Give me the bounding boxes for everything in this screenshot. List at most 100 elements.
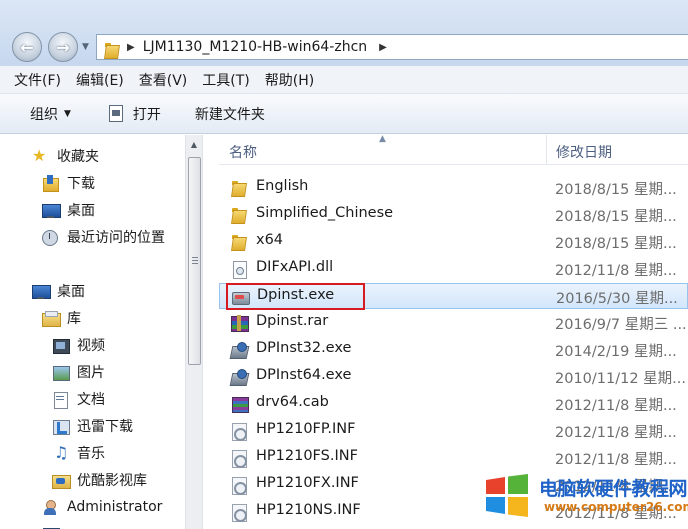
- file-row[interactable]: DPInst64.exe 2010/11/12 星期...: [219, 364, 688, 390]
- nav-label: 音乐: [77, 446, 105, 462]
- open-file-icon: [108, 105, 123, 122]
- arrow-right-icon: →: [56, 37, 70, 57]
- file-name: drv64.cab: [256, 394, 329, 410]
- installer-icon: [230, 341, 248, 359]
- video-library-icon: [52, 337, 70, 354]
- nav-label: 下载: [67, 176, 95, 192]
- column-divider[interactable]: [546, 135, 547, 165]
- nav-label: 库: [67, 311, 81, 327]
- inf-icon: [230, 422, 248, 441]
- file-date: 2018/8/15 星期...: [555, 209, 677, 225]
- folder-icon: [103, 41, 119, 53]
- file-date: 2018/8/15 星期...: [555, 182, 677, 198]
- menu-view[interactable]: 查看(V): [139, 70, 188, 90]
- menu-bar: 文件(F) 编辑(E) 查看(V) 工具(T) 帮助(H): [0, 66, 688, 94]
- file-date: 2012/11/8 星期...: [555, 263, 677, 279]
- nav-label: 图片: [77, 365, 105, 381]
- folder-icon: [230, 179, 248, 197]
- file-name: HP1210FX.INF: [256, 475, 359, 491]
- open-button[interactable]: 打开: [108, 104, 161, 124]
- youku-library-icon: [52, 472, 71, 489]
- nav-pictures[interactable]: 图片: [52, 361, 105, 383]
- file-date: 2012/11/8 星期...: [555, 398, 677, 414]
- inf-icon: [230, 503, 248, 522]
- address-box[interactable]: ▶ LJM1130_M1210-HB-win64-zhcn ▶: [96, 34, 688, 60]
- menu-tools[interactable]: 工具(T): [202, 70, 249, 90]
- nav-youku[interactable]: 优酷影视库: [52, 469, 147, 491]
- rar-icon: [230, 314, 249, 332]
- file-row[interactable]: HP1210FS.INF 2012/11/8 星期...: [219, 445, 688, 471]
- forward-button[interactable]: →: [48, 32, 78, 62]
- watermark-url: www.computer26.com: [544, 500, 688, 514]
- nav-music[interactable]: 音乐: [52, 442, 105, 464]
- menu-edit[interactable]: 编辑(E): [76, 70, 124, 90]
- menu-help[interactable]: 帮助(H): [265, 70, 314, 90]
- sort-ascending-icon: ▲: [379, 134, 386, 144]
- menu-file[interactable]: 文件(F): [14, 70, 61, 90]
- open-label: 打开: [132, 106, 161, 123]
- file-row[interactable]: x64 2018/8/15 星期...: [219, 229, 688, 255]
- thumb-grip: [192, 257, 198, 258]
- file-row[interactable]: DPInst32.exe 2014/2/19 星期...: [219, 337, 688, 363]
- nav-recent-places[interactable]: 最近访问的位置: [42, 226, 165, 248]
- annotation-highlight-box: [226, 283, 365, 310]
- nav-documents[interactable]: 文档: [52, 388, 105, 410]
- file-name: x64: [256, 232, 284, 248]
- new-folder-button[interactable]: 新建文件夹: [195, 104, 265, 124]
- nav-label: Administrator: [67, 499, 163, 515]
- nav-administrator[interactable]: Administrator: [42, 496, 162, 518]
- nav-computer-partial[interactable]: [42, 523, 67, 529]
- nav-libraries[interactable]: 库: [42, 307, 81, 329]
- nav-thunder-downloads[interactable]: 迅雷下载: [52, 415, 133, 437]
- nav-favorites[interactable]: ★ 收藏夹: [32, 145, 99, 167]
- file-date: 2016/5/30 星期...: [556, 291, 678, 307]
- file-name: HP1210NS.INF: [256, 502, 361, 518]
- music-library-icon: [52, 443, 69, 462]
- file-row[interactable]: English 2018/8/15 星期...: [219, 175, 688, 201]
- file-row[interactable]: DIFxAPI.dll 2012/11/8 星期...: [219, 256, 688, 282]
- nav-label: 视频: [77, 338, 105, 354]
- new-folder-label: 新建文件夹: [194, 106, 265, 123]
- cab-icon: [230, 395, 249, 413]
- pane-splitter[interactable]: [203, 135, 219, 529]
- address-path[interactable]: LJM1130_M1210-HB-win64-zhcn: [143, 39, 367, 55]
- nav-videos[interactable]: 视频: [52, 334, 105, 356]
- windows-logo-icon: [486, 474, 528, 517]
- file-name: DPInst64.exe: [256, 367, 352, 383]
- file-date: 2012/11/8 星期...: [555, 452, 677, 468]
- pictures-library-icon: [52, 364, 70, 381]
- address-bar-row: ← → ▼ ▶ LJM1130_M1210-HB-win64-zhcn ▶: [0, 0, 688, 66]
- organize-button[interactable]: 组织 ▼: [30, 104, 71, 124]
- column-name[interactable]: 名称: [229, 142, 257, 162]
- recent-pages-dropdown-icon[interactable]: ▼: [82, 42, 89, 52]
- documents-library-icon: [52, 391, 69, 409]
- user-folder-icon: [42, 499, 59, 515]
- scroll-thumb[interactable]: [188, 157, 201, 365]
- file-name: Dpinst.rar: [256, 313, 329, 329]
- nav-desktop-root[interactable]: 桌面: [32, 280, 85, 302]
- folder-icon: [230, 206, 248, 224]
- nav-desktop[interactable]: 桌面: [42, 199, 95, 221]
- breadcrumb-separator-icon[interactable]: ▶: [379, 42, 387, 53]
- desktop-icon: [32, 283, 51, 299]
- nav-downloads[interactable]: 下载: [42, 172, 95, 194]
- thumb-grip: [192, 263, 198, 264]
- scroll-up-icon[interactable]: ▲: [188, 139, 200, 151]
- file-row[interactable]: drv64.cab 2012/11/8 星期...: [219, 391, 688, 417]
- nav-label: 桌面: [67, 203, 95, 219]
- column-date-modified[interactable]: 修改日期: [556, 142, 612, 162]
- nav-label: 桌面: [57, 284, 85, 300]
- file-row[interactable]: Simplified_Chinese 2018/8/15 星期...: [219, 202, 688, 228]
- organize-label: 组织: [30, 106, 58, 123]
- caret-down-icon: ▼: [64, 108, 71, 119]
- file-row[interactable]: Dpinst.rar 2016/9/7 星期三 ...: [219, 310, 688, 336]
- breadcrumb-separator-icon[interactable]: ▶: [127, 42, 135, 53]
- back-button[interactable]: ←: [12, 32, 42, 62]
- file-date: 2018/8/15 星期...: [555, 236, 677, 252]
- recent-places-icon: [42, 229, 59, 246]
- thumb-grip: [192, 260, 198, 261]
- file-row[interactable]: HP1210FP.INF 2012/11/8 星期...: [219, 418, 688, 444]
- file-name: DPInst32.exe: [256, 340, 352, 356]
- file-name: HP1210FS.INF: [256, 448, 358, 464]
- nav-pane-scrollbar[interactable]: ▲: [185, 135, 203, 529]
